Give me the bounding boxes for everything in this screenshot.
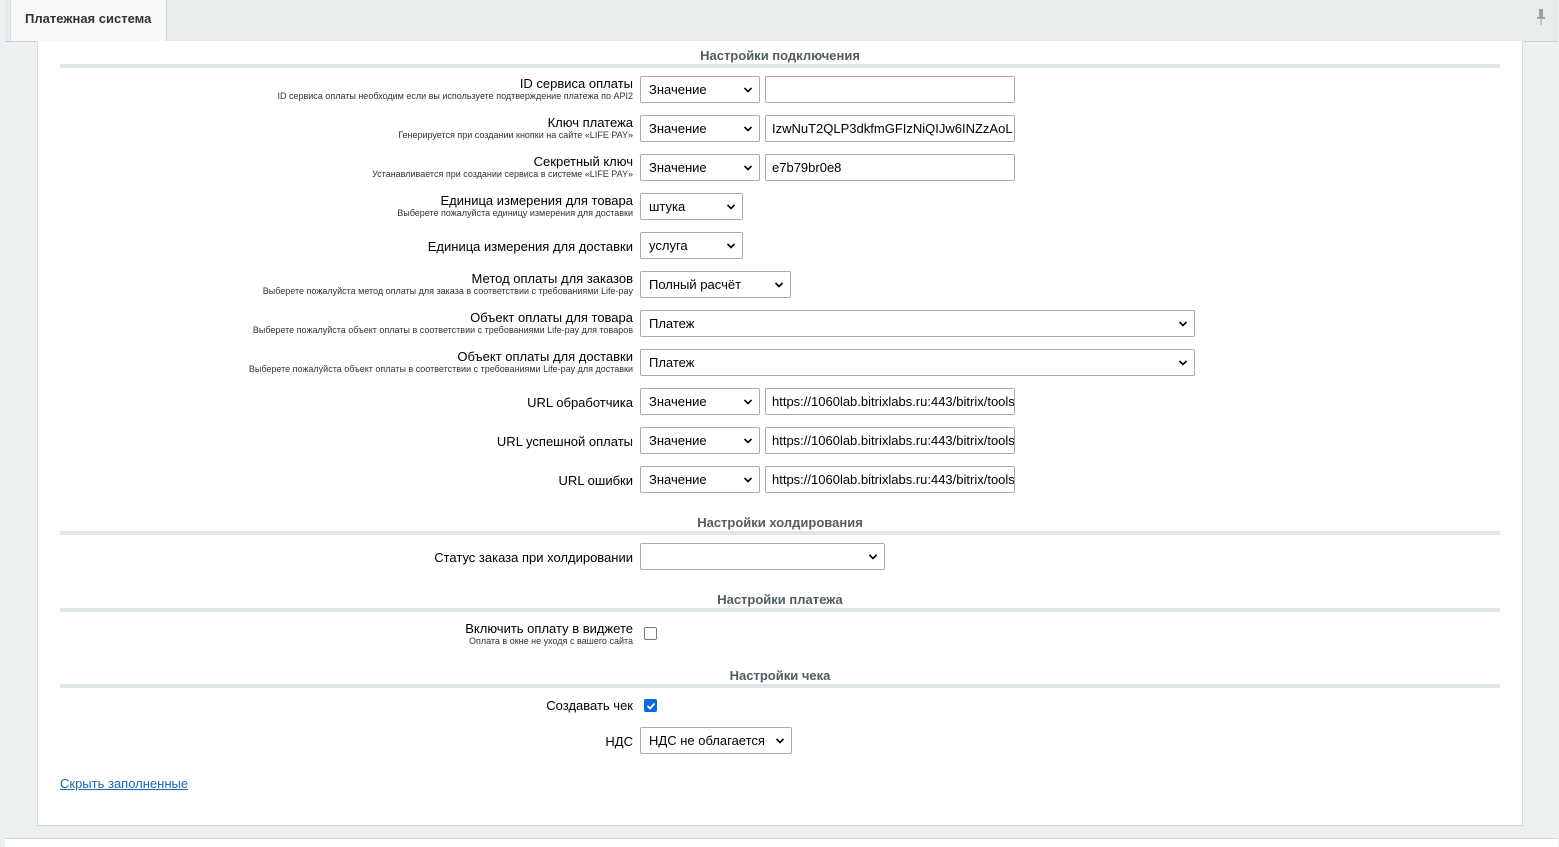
row-unit-product: Единица измерения для товара Выберете по… bbox=[38, 193, 1524, 221]
label-widget: Включить оплату в виджете Оплата в окне … bbox=[465, 621, 633, 646]
section-payment: Настройки платежа bbox=[60, 590, 1500, 612]
unit-product-select[interactable]: штука bbox=[640, 193, 743, 220]
payment-method-select[interactable]: Полный расчёт bbox=[640, 271, 791, 298]
unit-delivery-select[interactable]: услуга bbox=[640, 232, 743, 259]
hold-status-select[interactable] bbox=[640, 543, 885, 570]
label-service-id: ID сервиса оплаты ID сервиса оплаты необ… bbox=[277, 76, 633, 101]
vat-select[interactable]: НДС не облагается bbox=[640, 727, 792, 754]
label-url-error: URL ошибки bbox=[558, 473, 633, 488]
section-divider bbox=[60, 531, 1500, 535]
checkmark-icon bbox=[646, 702, 656, 710]
row-payment-method: Метод оплаты для заказов Выберете пожалу… bbox=[38, 271, 1524, 299]
url-error-type-select[interactable]: Значение bbox=[640, 466, 760, 493]
top-bar: Платежная система bbox=[5, 0, 1558, 42]
chevron-down-icon bbox=[776, 738, 784, 744]
chevron-down-icon bbox=[1179, 360, 1187, 366]
secret-key-type-select[interactable]: Значение bbox=[640, 154, 760, 181]
row-url-success: URL успешной оплаты Значение https://106… bbox=[38, 427, 1524, 455]
row-url-handler: URL обработчика Значение https://1060lab… bbox=[38, 388, 1524, 416]
chevron-down-icon bbox=[775, 282, 783, 288]
row-unit-delivery: Единица измерения для доставки услуга bbox=[38, 232, 1524, 260]
chevron-down-icon bbox=[744, 399, 752, 405]
chevron-down-icon bbox=[744, 87, 752, 93]
section-title: Настройки платежа bbox=[717, 592, 843, 607]
chevron-down-icon bbox=[744, 477, 752, 483]
label-payment-key: Ключ платежа Генерируется при создании к… bbox=[398, 115, 633, 140]
row-object-product: Объект оплаты для товара Выберете пожалу… bbox=[38, 310, 1524, 338]
chevron-down-icon bbox=[744, 126, 752, 132]
label-object-product: Объект оплаты для товара Выберете пожалу… bbox=[252, 310, 633, 335]
label-vat: НДС bbox=[605, 734, 633, 749]
url-success-type-select[interactable]: Значение bbox=[640, 427, 760, 454]
row-object-delivery: Объект оплаты для доставки Выберете пожа… bbox=[38, 349, 1524, 377]
service-id-input[interactable] bbox=[765, 76, 1015, 103]
label-url-handler: URL обработчика bbox=[527, 395, 633, 410]
row-secret-key: Секретный ключ Устанавливается при созда… bbox=[38, 154, 1524, 182]
label-payment-method: Метод оплаты для заказов Выберете пожалу… bbox=[262, 271, 633, 296]
section-divider bbox=[60, 64, 1500, 68]
chevron-down-icon bbox=[727, 243, 735, 249]
widget-checkbox[interactable] bbox=[644, 627, 657, 640]
section-receipt: Настройки чека bbox=[60, 666, 1500, 688]
pin-icon[interactable] bbox=[1536, 8, 1546, 26]
row-widget: Включить оплату в виджете Оплата в окне … bbox=[38, 621, 1524, 649]
settings-panel: Настройки подключения ID сервиса оплаты … bbox=[37, 41, 1523, 826]
url-handler-type-select[interactable]: Значение bbox=[640, 388, 760, 415]
chevron-down-icon bbox=[1179, 321, 1187, 327]
chevron-down-icon bbox=[727, 204, 735, 210]
url-success-input[interactable]: https://1060lab.bitrixlabs.ru:443/bitrix… bbox=[765, 427, 1015, 454]
row-payment-key: Ключ платежа Генерируется при создании к… bbox=[38, 115, 1524, 143]
section-title: Настройки подключения bbox=[700, 48, 860, 63]
row-create-receipt: Создавать чек bbox=[38, 697, 1524, 725]
label-object-delivery: Объект оплаты для доставки Выберете пожа… bbox=[248, 349, 633, 374]
payment-key-input[interactable]: IzwNuT2QLP3dkfmGFIzNiQIJw6INZzAoL bbox=[765, 115, 1015, 142]
section-holding: Настройки холдирования bbox=[60, 513, 1500, 535]
object-product-select[interactable]: Платеж bbox=[640, 310, 1195, 337]
label-secret-key: Секретный ключ Устанавливается при созда… bbox=[372, 154, 633, 179]
label-hold-status: Статус заказа при холдировании bbox=[434, 550, 633, 565]
label-create-receipt: Создавать чек bbox=[546, 698, 633, 713]
section-title: Настройки холдирования bbox=[697, 515, 863, 530]
service-id-type-select[interactable]: Значение bbox=[640, 76, 760, 103]
chevron-down-icon bbox=[744, 438, 752, 444]
tab-payment-system[interactable]: Платежная система bbox=[10, 0, 167, 41]
label-unit-delivery: Единица измерения для доставки bbox=[427, 239, 633, 254]
url-handler-input[interactable]: https://1060lab.bitrixlabs.ru:443/bitrix… bbox=[765, 388, 1015, 415]
row-url-error: URL ошибки Значение https://1060lab.bitr… bbox=[38, 466, 1524, 494]
chevron-down-icon bbox=[744, 165, 752, 171]
secret-key-input[interactable]: e7b79br0e8 bbox=[765, 154, 1015, 181]
hide-filled-link[interactable]: Скрыть заполненные bbox=[60, 776, 188, 791]
payment-key-type-select[interactable]: Значение bbox=[640, 115, 760, 142]
row-vat: НДС НДС не облагается bbox=[38, 727, 1524, 755]
object-delivery-select[interactable]: Платеж bbox=[640, 349, 1195, 376]
row-service-id: ID сервиса оплаты ID сервиса оплаты необ… bbox=[38, 76, 1524, 104]
create-receipt-checkbox[interactable] bbox=[644, 699, 657, 712]
section-divider bbox=[60, 608, 1500, 612]
section-title: Настройки чека bbox=[729, 668, 831, 683]
section-divider bbox=[60, 684, 1500, 688]
section-connection: Настройки подключения bbox=[60, 46, 1500, 68]
url-error-input[interactable]: https://1060lab.bitrixlabs.ru:443/bitrix… bbox=[765, 466, 1015, 493]
label-url-success: URL успешной оплаты bbox=[496, 434, 633, 449]
chevron-down-icon bbox=[869, 554, 877, 560]
row-hold-status: Статус заказа при холдировании bbox=[38, 543, 1524, 571]
label-unit-product: Единица измерения для товара Выберете по… bbox=[397, 193, 633, 218]
